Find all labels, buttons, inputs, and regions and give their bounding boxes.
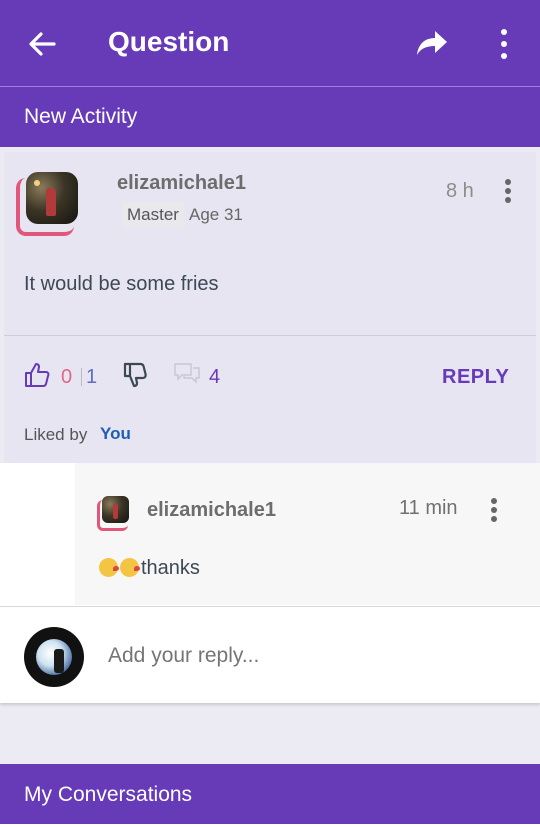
- my-conversations-header[interactable]: My Conversations: [0, 764, 540, 824]
- level-badge: Master: [122, 202, 184, 228]
- post-body: It would be some fries: [24, 273, 219, 295]
- kissing-face-emoji-icon: [99, 558, 119, 577]
- count-separator: [81, 368, 82, 386]
- section-title: New Activity: [24, 105, 138, 128]
- avatar-image: [102, 496, 129, 523]
- reply-composer: [0, 607, 540, 703]
- reply-text: thanks: [141, 557, 200, 579]
- more-vertical-icon[interactable]: [504, 178, 512, 204]
- reply-thread: elizamichale1 11 min thanks: [0, 463, 540, 606]
- more-vertical-icon[interactable]: [490, 497, 498, 523]
- avatar[interactable]: [16, 172, 78, 236]
- thumbs-down-icon[interactable]: [123, 362, 147, 388]
- liked-by-user-link[interactable]: You: [100, 424, 131, 444]
- thumbs-up-icon[interactable]: [24, 362, 50, 388]
- reply-time: 11 min: [399, 497, 458, 519]
- post-card: elizamichale1 Master Age 31 8 h It would…: [4, 152, 536, 463]
- avatar[interactable]: [97, 496, 129, 531]
- age-label: Age 31: [189, 205, 243, 224]
- page-title: Question: [108, 26, 230, 57]
- avatar-figure: [46, 188, 56, 216]
- avatar-figure: [113, 504, 118, 519]
- kissing-face-emoji-icon: [120, 558, 140, 577]
- like-count: 0: [61, 366, 73, 388]
- section-title: My Conversations: [24, 783, 193, 806]
- reply-card: elizamichale1 11 min thanks: [75, 463, 540, 605]
- reply-input[interactable]: [108, 644, 508, 668]
- share-arrow-icon[interactable]: [414, 27, 450, 59]
- liked-by-label: Liked by: [24, 425, 88, 444]
- avatar-image: [26, 172, 78, 224]
- reply-username[interactable]: elizamichale1: [147, 499, 276, 522]
- avatar-light: [34, 180, 40, 186]
- reply-body: thanks: [99, 557, 200, 580]
- post-username[interactable]: elizamichale1: [117, 172, 246, 195]
- more-vertical-icon[interactable]: [494, 26, 514, 62]
- comment-count: 4: [209, 366, 221, 388]
- divider: [4, 335, 536, 336]
- reply-button[interactable]: REPLY: [442, 366, 509, 389]
- post-time: 8 h: [446, 180, 474, 202]
- comment-bubbles-icon[interactable]: [174, 363, 200, 385]
- app-bar: Question: [0, 0, 540, 86]
- new-activity-header: New Activity: [0, 87, 540, 147]
- arrow-left-icon[interactable]: [26, 28, 58, 60]
- my-avatar[interactable]: [24, 627, 84, 687]
- score-count: 1: [86, 366, 98, 388]
- avatar-figure: [54, 649, 64, 673]
